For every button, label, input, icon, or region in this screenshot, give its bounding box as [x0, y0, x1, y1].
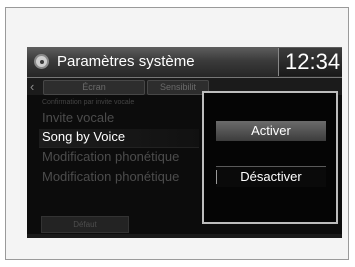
- option-popup: Activer Désactiver: [202, 91, 338, 224]
- page-title: Paramètres système: [57, 53, 195, 70]
- figure-frame: Paramètres système 12:34 ‹ Écran Sensibi…: [5, 7, 349, 260]
- menu-item-modification-1[interactable]: Modification phonétique: [42, 147, 179, 167]
- tab-sensibilite[interactable]: Sensibilit: [147, 80, 209, 95]
- menu-item-song-by-voice[interactable]: Song by Voice: [42, 127, 125, 147]
- tab-ecran[interactable]: Écran: [43, 80, 145, 95]
- menu-item-modification-2[interactable]: Modification phonétique: [42, 167, 179, 187]
- gear-icon: [36, 56, 47, 67]
- menu-item-confirmation[interactable]: Confirmation par invite vocale: [42, 98, 134, 108]
- menu-item-invite-vocale[interactable]: Invite vocale: [42, 108, 114, 128]
- bottom-divider: [27, 234, 342, 238]
- clock: 12:34: [285, 49, 341, 74]
- title-bar: Paramètres système 12:34: [27, 47, 342, 78]
- screen: Paramètres système 12:34 ‹ Écran Sensibi…: [27, 47, 342, 238]
- desactiver-button[interactable]: Désactiver: [216, 166, 326, 187]
- activer-button[interactable]: Activer: [216, 121, 326, 141]
- back-arrow-icon[interactable]: ‹: [30, 80, 34, 93]
- default-button[interactable]: Défaut: [41, 216, 129, 233]
